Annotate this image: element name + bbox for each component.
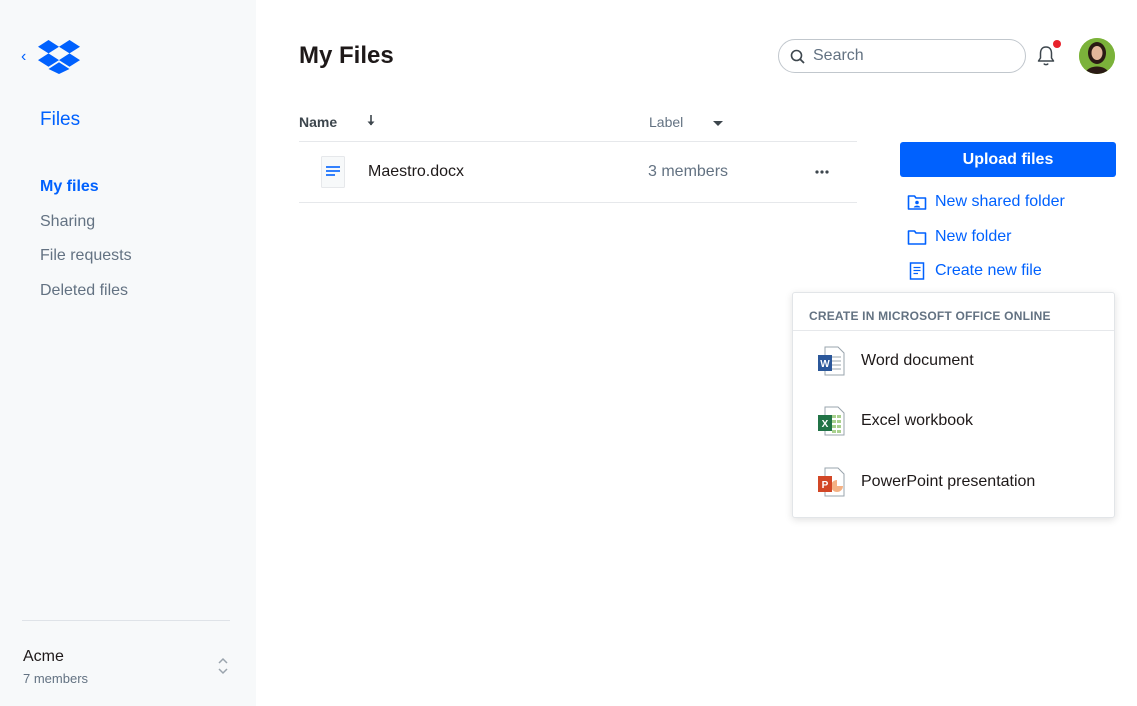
search-input[interactable] [813, 46, 1013, 66]
table-row[interactable]: Maestro.docx 3 members [299, 142, 857, 202]
new-folder-label: New folder [935, 228, 1012, 245]
menu-item-excel-workbook[interactable]: X Excel workbook [793, 393, 1114, 449]
notification-badge [1053, 40, 1061, 48]
upload-files-button[interactable]: Upload files [900, 142, 1116, 177]
page-title: My Files [299, 42, 394, 69]
svg-text:X: X [822, 419, 829, 430]
create-new-file-label: Create new file [935, 262, 1042, 279]
sidebar-nav: My files Sharing File requests Deleted f… [40, 177, 132, 315]
sidebar-item-file-requests[interactable]: File requests [40, 246, 132, 281]
svg-text:W: W [820, 359, 830, 370]
create-file-menu: CREATE IN MICROSOFT OFFICE ONLINE W Word… [792, 292, 1115, 518]
sort-down-arrow-icon[interactable] [366, 114, 376, 128]
avatar-image [1079, 38, 1115, 74]
team-members-count: 7 members [23, 671, 89, 686]
team-name: Acme [23, 648, 64, 665]
chevron-down-icon[interactable] [712, 119, 724, 127]
more-options-icon[interactable] [811, 162, 835, 182]
excel-icon: X [818, 406, 845, 436]
avatar[interactable] [1079, 38, 1115, 74]
shared-folder-icon [907, 195, 927, 210]
menu-item-powerpoint-presentation[interactable]: P PowerPoint presentation [793, 454, 1114, 510]
menu-divider [793, 330, 1114, 331]
powerpoint-icon: P [818, 467, 845, 497]
document-icon [321, 156, 345, 188]
sidebar: ‹ Files My files Sharing File requests D… [0, 0, 256, 706]
back-chevron-icon[interactable]: ‹ [21, 48, 26, 66]
dropbox-logo-icon[interactable] [38, 40, 80, 74]
sidebar-item-deleted-files[interactable]: Deleted files [40, 281, 132, 316]
table-divider [299, 202, 857, 203]
file-name[interactable]: Maestro.docx [368, 163, 464, 181]
menu-header: CREATE IN MICROSOFT OFFICE ONLINE [809, 309, 1051, 323]
menu-item-label: Excel workbook [861, 412, 974, 429]
new-shared-folder-label: New shared folder [935, 193, 1065, 210]
search-box[interactable] [778, 39, 1026, 73]
svg-text:P: P [822, 480, 829, 491]
column-header-label[interactable]: Label [649, 114, 683, 130]
sidebar-item-sharing[interactable]: Sharing [40, 212, 132, 247]
sidebar-section-title[interactable]: Files [40, 109, 80, 131]
search-icon [790, 49, 805, 64]
column-header-name[interactable]: Name [299, 114, 337, 130]
file-label: 3 members [648, 163, 729, 180]
new-file-icon [909, 262, 925, 280]
word-icon: W [818, 346, 845, 376]
menu-item-label: Word document [861, 352, 974, 369]
sidebar-divider [22, 620, 230, 621]
menu-item-label: PowerPoint presentation [861, 473, 1036, 490]
team-switcher-icon[interactable] [216, 655, 230, 677]
folder-icon [907, 230, 927, 245]
menu-item-word-document[interactable]: W Word document [793, 333, 1114, 389]
sidebar-item-my-files[interactable]: My files [40, 177, 132, 212]
